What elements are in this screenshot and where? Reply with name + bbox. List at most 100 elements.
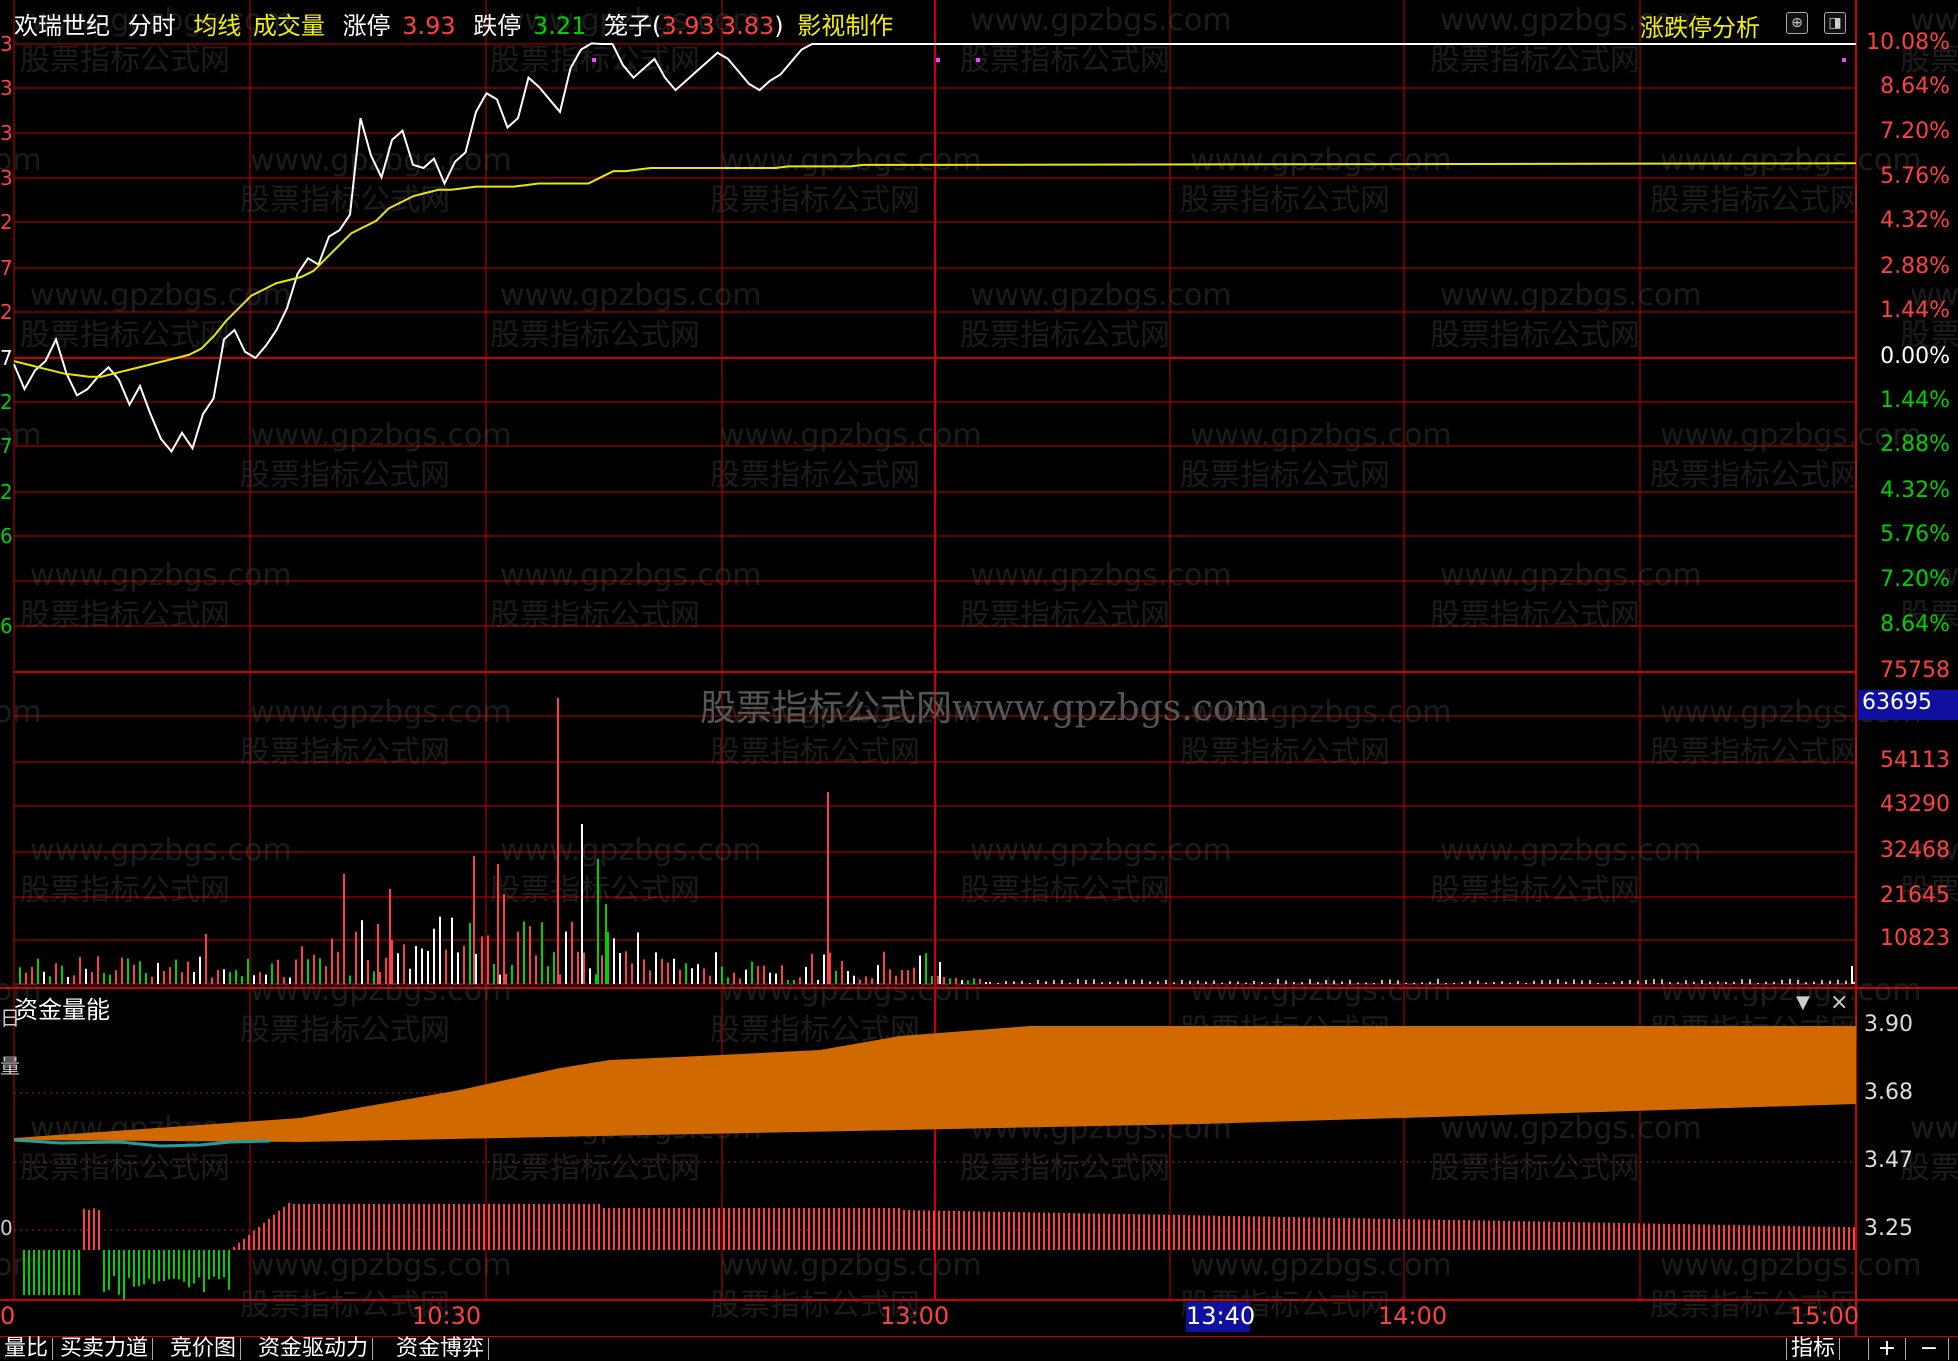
watermark-url: www.gpzbgs.com (970, 278, 1232, 313)
price-axis-label: 8.64% (1880, 612, 1950, 637)
expand-icon[interactable]: ⊕ (1786, 12, 1808, 34)
price-axis-label: 10.08% (1866, 30, 1950, 55)
price-axis-label: 5.76% (1880, 164, 1950, 189)
watermark-name: 股票指标公式网 (960, 1151, 1170, 1186)
volume-axis-label: 32468 (1880, 838, 1950, 863)
limit-up-value: 3.93 (402, 12, 456, 40)
price-axis-left-label: 3 (0, 32, 13, 56)
watermark-name: 股票指标公式网 (1430, 1151, 1640, 1186)
chart-canvas[interactable]: www.gpzbgs.com股票指标公式网www.gpzbgs.com股票指标公… (0, 0, 1958, 1360)
watermark-name: 股票指标公式网 (960, 318, 1170, 353)
watermark-url: www.gpzbgs.com (1440, 833, 1702, 868)
tab-auction-chart[interactable]: 竞价图 (166, 1338, 242, 1360)
watermark-url: www.gpzbgs.com (720, 1248, 982, 1283)
watermark-url: www.gpzbgs.com (500, 278, 762, 313)
mode-label[interactable]: 分时 (128, 12, 176, 40)
stock-name[interactable]: 欢瑞世纪 (14, 12, 110, 40)
limit-marker (592, 58, 596, 62)
volume-label[interactable]: 成交量 (253, 12, 325, 40)
watermark-url: www.gpzbgs.com (500, 833, 762, 868)
tab-capital-drive[interactable]: 资金驱动力 (254, 1338, 374, 1360)
indicator-close-icon[interactable]: × (1830, 990, 1848, 1015)
volume-axis-label: 21645 (1880, 883, 1950, 908)
limit-marker (976, 58, 980, 62)
price-axis-left-label: 6 (0, 524, 13, 548)
indicator-title[interactable]: 资金量能 (14, 990, 110, 1025)
watermark-name: 股票指标公式网 (1430, 318, 1640, 353)
indicator-left-label: 量 (0, 1054, 20, 1078)
watermark-url: www.gpzbgs.com (1440, 278, 1702, 313)
price-axis-label: 1.44% (1880, 388, 1950, 413)
watermark-name: 股票指标公式网 (1180, 183, 1390, 218)
watermark-url: www.gpzbgs.com (1440, 558, 1702, 593)
watermark-name: 股票指标公式网 (490, 318, 700, 353)
time-axis-label: 15:00 (1790, 1302, 1860, 1330)
watermark-name: 股票指标公式网 (1430, 43, 1640, 78)
indicator-menu-icon[interactable]: ▼ (1796, 992, 1810, 1013)
indicator-axis-label: 3.47 (1864, 1148, 1913, 1173)
indicator-axis-label: 3.90 (1864, 1012, 1913, 1037)
watermark-name: 股票指标公式网 (1180, 458, 1390, 493)
time-axis-label: 14:00 (1378, 1302, 1448, 1330)
tab-capital-game[interactable]: 资金博弈 (392, 1338, 490, 1360)
watermark-url: www.gpzbgs.com (500, 558, 762, 593)
price-axis-label: 0.00% (1880, 344, 1950, 369)
tab-volume-ratio[interactable]: 量比 (0, 1338, 54, 1360)
watermark-name: 股票指标公式网 (490, 1151, 700, 1186)
limit-up-label: 涨停 (342, 12, 391, 40)
price-axis-left-label: 3 (0, 121, 13, 145)
watermark-name: 股票指标公式网 (960, 598, 1170, 633)
watermark-name: 股票指标公式网 (240, 1013, 450, 1048)
watermark-name: 股票指标公式网 (1650, 183, 1860, 218)
watermark-url: www.gpzbgs.com (720, 973, 982, 1008)
limit-down-value: 3.21 (532, 12, 587, 40)
watermark-name: 股票指标公式网 (960, 873, 1170, 908)
watermark-url: www.gpzbgs.com (0, 695, 42, 730)
indicator-axis-label: 3.25 (1864, 1216, 1913, 1241)
price-axis-left-label: 7 (0, 434, 13, 458)
time-axis-label: 10:30 (412, 1302, 482, 1330)
chart-header: 欢瑞世纪 分时 均线 成交量 涨停 3.93 跌停 3.21 笼子(3.93 3.… (14, 6, 903, 41)
watermark-name: 股票指标公式网 (240, 183, 450, 218)
volume-current-value: 63695 (1862, 690, 1932, 715)
cage-label: 笼子( (604, 12, 662, 40)
panel-toggle-icon[interactable]: ◨ (1824, 12, 1846, 34)
watermark-name: 股票指标公式网 (1180, 735, 1390, 770)
time-axis-label: 13:00 (880, 1302, 950, 1330)
tab-buy-sell-force[interactable]: 买卖力道 (56, 1338, 154, 1360)
watermark-name: 股票指标公式网 (490, 873, 700, 908)
price-axis-left-label: 6 (0, 614, 13, 638)
price-axis-label: 7.20% (1880, 567, 1950, 592)
price-axis-label: 4.32% (1880, 208, 1950, 233)
watermark-url: www.gpzbgs.com (1660, 1248, 1922, 1283)
cage-low: 3.83 (720, 12, 775, 40)
watermark-name: 股票指标公式网 (20, 598, 230, 633)
zoom-out-button[interactable]: − (1910, 1338, 1949, 1360)
stage: www.gpzbgs.com 股票指标公式网 www.gpzbgs.com 股票指标公… (0, 0, 1958, 1361)
watermark-name: 股票指标公式网 (20, 43, 230, 78)
author-label: 影视制作 (797, 12, 894, 40)
watermark-url: www.gpzbgs.com (970, 3, 1232, 38)
cage-close: ) (774, 12, 784, 40)
watermark-name: 股票指标公式网 (1650, 458, 1860, 493)
watermark-url: www.gpzbgs.com (250, 1248, 512, 1283)
limit-analysis-title[interactable]: 涨跌停分析 (1640, 8, 1760, 43)
indicator-button[interactable]: 指标 (1786, 1338, 1841, 1360)
watermark-name: 股票指标公式网 (1430, 598, 1640, 633)
watermark-name: 股票指标公式网 (710, 735, 920, 770)
cage-high: 3.93 (661, 12, 715, 40)
watermark-name: 股票指标公式网 (490, 598, 700, 633)
watermark-url: www.gpzbgs.com (1190, 418, 1452, 453)
watermark-url: www.gpzbgs.com (1660, 973, 1922, 1008)
volume-axis-label: 75758 (1880, 658, 1950, 683)
watermark-url: www.gpzbgs.com (970, 833, 1232, 868)
avg-line-label[interactable]: 均线 (193, 12, 241, 40)
watermark-center: 股票指标公式网www.gpzbgs.com (700, 688, 1269, 729)
price-axis-label: 8.64% (1880, 74, 1950, 99)
zoom-in-button[interactable]: + (1868, 1338, 1906, 1360)
volume-axis-label: 54113 (1880, 748, 1950, 773)
watermark-url: www.gpzbgs.com (1190, 973, 1452, 1008)
watermark-name: 股票指标公式网 (710, 458, 920, 493)
price-axis-left-label: 7 (0, 256, 13, 280)
watermark-url: www.gpzbgs.com (1910, 1111, 1958, 1146)
